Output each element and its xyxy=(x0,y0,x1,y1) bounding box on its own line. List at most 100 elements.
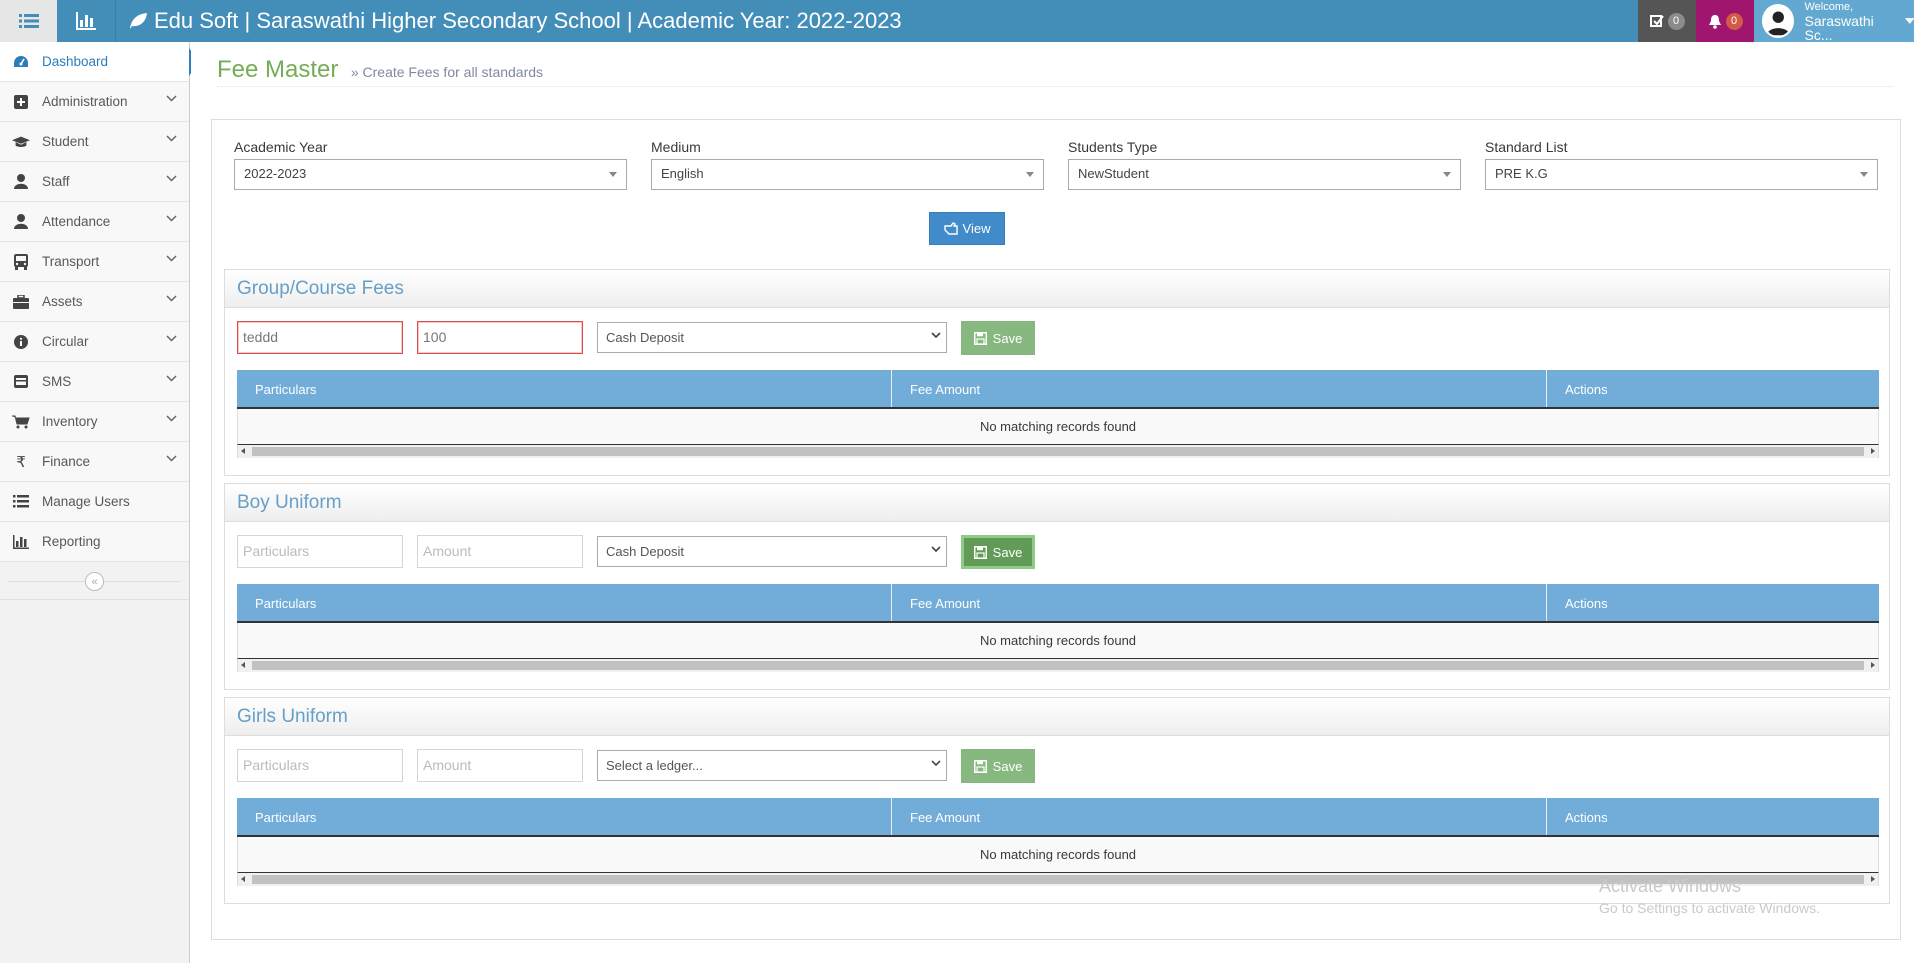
user-icon xyxy=(12,173,30,191)
bell-icon xyxy=(1708,14,1721,29)
chevron-down-icon xyxy=(166,175,177,182)
sidebar-item-administration[interactable]: Administration xyxy=(0,82,189,122)
group-course-fees-widget: Group/Course Fees teddd 100 Cash Deposit… xyxy=(224,269,1890,476)
sidebar-item-manage-users[interactable]: Manage Users xyxy=(0,482,189,522)
user-menu[interactable]: Welcome, Saraswathi Sc... xyxy=(1754,0,1914,42)
ledger-select[interactable]: Cash Deposit xyxy=(597,322,947,353)
academic-year-select[interactable]: 2022-2023 xyxy=(234,159,627,190)
save-button[interactable]: Save xyxy=(961,321,1035,355)
column-header-actions: Actions xyxy=(1565,382,1608,397)
sidebar-item-finance[interactable]: ₹ Finance xyxy=(0,442,189,482)
chevron-down-icon xyxy=(931,332,941,339)
girls-uniform-widget: Girls Uniform Particulars Amount Select … xyxy=(224,697,1890,904)
ledger-select[interactable]: Cash Deposit xyxy=(597,536,947,567)
user-icon xyxy=(12,213,30,231)
rupee-icon: ₹ xyxy=(16,453,26,471)
save-button[interactable]: Save xyxy=(961,749,1035,783)
fee-master-panel: Academic Year 2022-2023 Medium English S… xyxy=(211,119,1901,940)
column-header-particulars[interactable]: Particulars xyxy=(237,798,892,835)
sidebar-item-circular[interactable]: Circular xyxy=(0,322,189,362)
column-header-actions: Actions xyxy=(1565,596,1608,611)
horizontal-scrollbar[interactable] xyxy=(237,659,1879,672)
widget-title: Girls Uniform xyxy=(225,698,1889,736)
page-subtitle: » Create Fees for all standards xyxy=(350,64,544,80)
sidebar-item-label: Attendance xyxy=(42,214,111,229)
medium-label: Medium xyxy=(651,139,701,155)
fees-table: Particulars Fee Amount Actions No matchi… xyxy=(237,370,1879,458)
column-header-actions: Actions xyxy=(1565,810,1608,825)
sidebar-collapse-button[interactable]: « xyxy=(85,572,104,591)
amount-input[interactable]: Amount xyxy=(417,535,583,568)
particulars-input[interactable]: teddd xyxy=(237,321,403,354)
chevron-down-icon xyxy=(166,215,177,222)
save-button[interactable]: Save xyxy=(961,535,1035,569)
chevron-down-icon xyxy=(166,135,177,142)
view-button[interactable]: View xyxy=(929,212,1005,245)
sidebar-item-assets[interactable]: Assets xyxy=(0,282,189,322)
sidebar-item-sms[interactable]: SMS xyxy=(0,362,189,402)
ledger-value: Cash Deposit xyxy=(606,330,685,345)
check-square-icon xyxy=(1649,15,1664,27)
user-name: Saraswathi Sc... xyxy=(1804,13,1874,43)
amount-input[interactable]: 100 xyxy=(417,321,583,354)
empty-table-row: No matching records found xyxy=(237,409,1879,445)
watermark-line-1: Activate Windows xyxy=(1599,876,1742,896)
amount-input[interactable]: Amount xyxy=(417,749,583,782)
top-navbar: Edu Soft | Saraswathi Higher Secondary S… xyxy=(0,0,1914,42)
column-header-particulars[interactable]: Particulars xyxy=(237,370,892,407)
widget-title: Boy Uniform xyxy=(225,484,1889,522)
column-header-fee-amount[interactable]: Fee Amount xyxy=(892,798,1547,835)
fees-table: Particulars Fee Amount Actions No matchi… xyxy=(237,798,1879,886)
column-header-fee-amount[interactable]: Fee Amount xyxy=(892,370,1547,407)
students-type-select[interactable]: NewStudent xyxy=(1068,159,1461,190)
caret-down-icon xyxy=(1443,172,1451,177)
leaf-icon xyxy=(130,13,147,29)
chevron-down-icon xyxy=(166,455,177,462)
chevron-down-icon xyxy=(166,255,177,262)
list-icon xyxy=(12,493,30,511)
sidebar-item-label: SMS xyxy=(42,374,72,389)
menu-toggle-button[interactable] xyxy=(0,0,57,42)
standard-list-select[interactable]: PRE K.G xyxy=(1485,159,1878,190)
save-icon xyxy=(973,331,987,345)
bar-chart-icon xyxy=(12,533,30,551)
watermark-line-2: Go to Settings to activate Windows. xyxy=(1599,900,1820,916)
empty-table-row: No matching records found xyxy=(237,623,1879,659)
sidebar-item-label: Staff xyxy=(42,174,70,189)
tasks-badge: 0 xyxy=(1667,12,1685,30)
caret-down-icon xyxy=(609,172,617,177)
hand-pointer-icon xyxy=(943,222,958,235)
tasks-button[interactable]: 0 xyxy=(1638,0,1696,42)
column-header-fee-amount[interactable]: Fee Amount xyxy=(892,584,1547,621)
brand[interactable]: Edu Soft | Saraswathi Higher Secondary S… xyxy=(116,0,902,42)
sidebar-item-reporting[interactable]: Reporting xyxy=(0,522,189,562)
sidebar-item-label: Dashboard xyxy=(42,54,109,69)
sidebar-item-inventory[interactable]: Inventory xyxy=(0,402,189,442)
particulars-input[interactable]: Particulars xyxy=(237,749,403,782)
standard-list-label: Standard List xyxy=(1485,139,1568,155)
sidebar-item-student[interactable]: Student xyxy=(0,122,189,162)
horizontal-scrollbar[interactable] xyxy=(237,445,1879,458)
save-button-label: Save xyxy=(992,544,1023,560)
page-header: Fee Master » Create Fees for all standar… xyxy=(217,56,1893,87)
sidebar-item-label: Assets xyxy=(42,294,83,309)
notifications-button[interactable]: 0 xyxy=(1696,0,1754,42)
sidebar: Dashboard Administration Student Staff A… xyxy=(0,42,190,963)
particulars-input[interactable]: Particulars xyxy=(237,535,403,568)
sidebar-item-label: Administration xyxy=(42,94,128,109)
graduation-cap-icon xyxy=(12,133,30,151)
sidebar-item-transport[interactable]: Transport xyxy=(0,242,189,282)
ledger-select[interactable]: Select a ledger... xyxy=(597,750,947,781)
boy-uniform-widget: Boy Uniform Particulars Amount Cash Depo… xyxy=(224,483,1890,690)
column-header-particulars[interactable]: Particulars xyxy=(237,584,892,621)
save-icon xyxy=(973,759,987,773)
chevron-down-icon xyxy=(166,415,177,422)
medium-select[interactable]: English xyxy=(651,159,1044,190)
sidebar-item-attendance[interactable]: Attendance xyxy=(0,202,189,242)
sidebar-item-dashboard[interactable]: Dashboard xyxy=(0,42,189,82)
chart-toggle-button[interactable] xyxy=(57,0,116,42)
caret-down-icon xyxy=(1860,172,1868,177)
sidebar-item-staff[interactable]: Staff xyxy=(0,162,189,202)
envelope-icon xyxy=(12,373,30,391)
chevron-down-icon xyxy=(166,375,177,382)
